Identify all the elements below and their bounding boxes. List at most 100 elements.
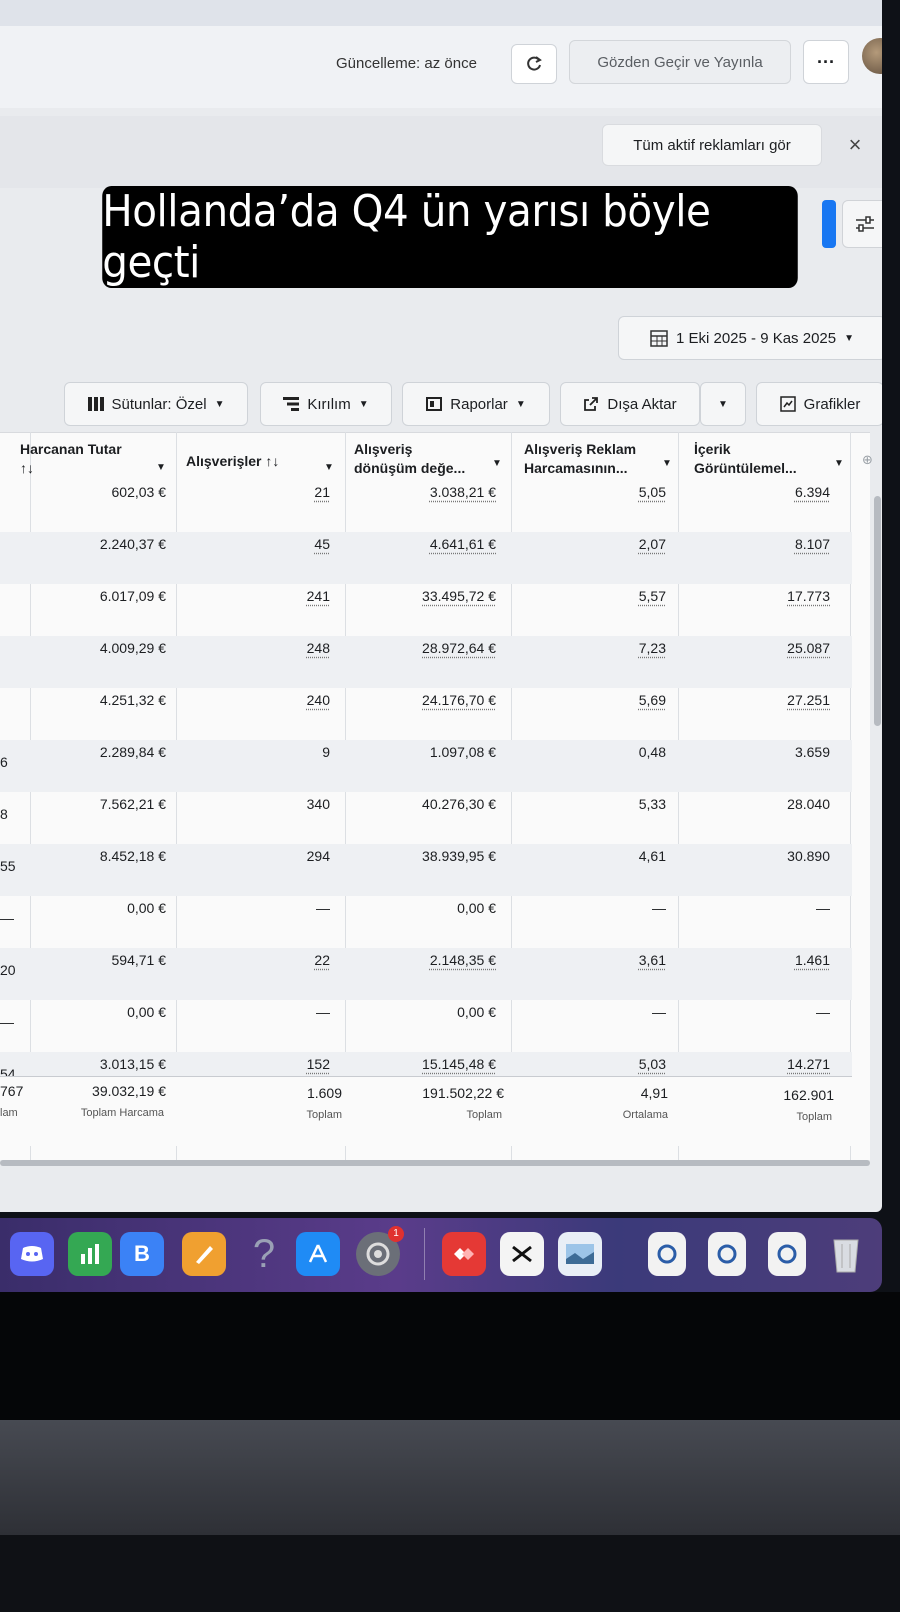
vertical-scrollbar[interactable] bbox=[874, 496, 881, 726]
cell-conversion-value[interactable]: 2.148,35 € bbox=[430, 952, 496, 968]
doc-icon[interactable] bbox=[768, 1232, 806, 1276]
reports-button[interactable]: Raporlar ▼ bbox=[402, 382, 550, 426]
trash-icon[interactable] bbox=[826, 1232, 866, 1276]
table-row[interactable]: 20 594,71 € 22 2.148,35 € 3,61 1.461 bbox=[0, 948, 852, 1000]
close-icon[interactable]: × bbox=[834, 124, 876, 166]
cell-purchases[interactable]: 240 bbox=[307, 692, 330, 708]
cell-purchases[interactable]: — bbox=[316, 1004, 330, 1020]
cell-roas[interactable]: 5,03 bbox=[639, 1056, 666, 1072]
anydesk-icon[interactable] bbox=[442, 1232, 486, 1276]
chevron-down-icon[interactable]: ▼ bbox=[492, 458, 502, 469]
cell-conversion-value[interactable]: 1.097,08 € bbox=[430, 744, 496, 760]
cell-roas[interactable]: 5,05 bbox=[639, 484, 666, 500]
add-column-icon[interactable]: ⊕ bbox=[862, 452, 873, 468]
create-button-edge[interactable] bbox=[822, 200, 836, 248]
cell-conversion-value[interactable]: 4.641,61 € bbox=[430, 536, 496, 552]
cell-conversion-value[interactable]: 33.495,72 € bbox=[422, 588, 496, 604]
totals-roas: 4,91 bbox=[640, 1085, 668, 1101]
cell-purchases[interactable]: 248 bbox=[307, 640, 330, 656]
table-row[interactable]: 8 7.562,21 € 340 40.276,30 € 5,33 28.040 bbox=[0, 792, 852, 844]
header-content-views[interactable]: İçerik Görüntülemel... bbox=[694, 440, 797, 478]
cell-purchases[interactable]: 152 bbox=[307, 1056, 330, 1072]
cell-content-views[interactable]: 30.890 bbox=[787, 848, 830, 864]
cell-roas[interactable]: 5,33 bbox=[639, 796, 666, 812]
doc-icon[interactable] bbox=[648, 1232, 686, 1276]
table-row[interactable]: 2.240,37 € 45 4.641,61 € 2,07 8.107 bbox=[0, 532, 852, 584]
cell-purchases[interactable]: 45 bbox=[314, 536, 330, 552]
cell-roas[interactable]: 3,61 bbox=[639, 952, 666, 968]
cell-purchases[interactable]: 22 bbox=[314, 952, 330, 968]
all-active-ads-button[interactable]: Tüm aktif reklamları gör bbox=[602, 124, 822, 166]
cell-conversion-value[interactable]: 40.276,30 € bbox=[422, 796, 496, 812]
cell-content-views[interactable]: — bbox=[816, 900, 830, 916]
cell-content-views[interactable]: 17.773 bbox=[787, 588, 830, 604]
export-dropdown-button[interactable]: ▼ bbox=[700, 382, 746, 426]
cell-content-views[interactable]: 27.251 bbox=[787, 692, 830, 708]
preview-icon[interactable] bbox=[558, 1232, 602, 1276]
chevron-down-icon[interactable]: ▼ bbox=[324, 462, 334, 473]
cell-roas[interactable]: 4,61 bbox=[639, 848, 666, 864]
horizontal-scrollbar[interactable] bbox=[0, 1160, 870, 1166]
numbers-icon[interactable] bbox=[68, 1232, 112, 1276]
table-row[interactable]: 55 8.452,18 € 294 38.939,95 € 4,61 30.890 bbox=[0, 844, 852, 896]
cell-content-views[interactable]: 14.271 bbox=[787, 1056, 830, 1072]
b-app-icon[interactable]: B bbox=[120, 1232, 164, 1276]
cell-purchases[interactable]: 9 bbox=[322, 744, 330, 760]
cell-roas[interactable]: — bbox=[652, 900, 666, 916]
cell-conversion-value[interactable]: 28.972,64 € bbox=[422, 640, 496, 656]
cell-roas[interactable]: 5,69 bbox=[639, 692, 666, 708]
cell-content-views[interactable]: 1.461 bbox=[795, 952, 830, 968]
chevron-down-icon[interactable]: ▼ bbox=[834, 458, 844, 469]
cell-conversion-value[interactable]: 38.939,95 € bbox=[422, 848, 496, 864]
table-row[interactable]: — 0,00 € — 0,00 € — — bbox=[0, 896, 852, 948]
help-icon[interactable]: ? bbox=[242, 1232, 286, 1276]
app-store-icon[interactable] bbox=[296, 1232, 340, 1276]
columns-button[interactable]: Sütunlar: Özel ▼ bbox=[64, 382, 248, 426]
charts-button[interactable]: Grafikler bbox=[756, 382, 882, 426]
date-range-picker[interactable]: 1 Eki 2025 - 9 Kas 2025 ▼ bbox=[618, 316, 882, 360]
cell-content-views[interactable]: 25.087 bbox=[787, 640, 830, 656]
header-roas[interactable]: Alışveriş Reklam Harcamasının... bbox=[524, 440, 636, 478]
cell-purchases[interactable]: — bbox=[316, 900, 330, 916]
header-spend[interactable]: Harcanan Tutar ↑↓ bbox=[20, 440, 122, 478]
cell-conversion-value[interactable]: 3.038,21 € bbox=[430, 484, 496, 500]
pages-icon[interactable] bbox=[182, 1232, 226, 1276]
cell-roas[interactable]: 5,57 bbox=[639, 588, 666, 604]
cell-purchases[interactable]: 241 bbox=[307, 588, 330, 604]
cell-content-views[interactable]: 3.659 bbox=[795, 744, 830, 760]
export-button[interactable]: Dışa Aktar bbox=[560, 382, 700, 426]
filter-settings-button[interactable] bbox=[842, 200, 882, 248]
capcut-icon[interactable] bbox=[500, 1232, 544, 1276]
cell-conversion-value[interactable]: 0,00 € bbox=[457, 900, 496, 916]
table-row[interactable]: — 0,00 € — 0,00 € — — bbox=[0, 1000, 852, 1052]
discord-icon[interactable] bbox=[10, 1232, 54, 1276]
table-row[interactable]: 4.251,32 € 240 24.176,70 € 5,69 27.251 bbox=[0, 688, 852, 740]
cell-conversion-value[interactable]: 24.176,70 € bbox=[422, 692, 496, 708]
cell-roas[interactable]: — bbox=[652, 1004, 666, 1020]
cell-roas[interactable]: 0,48 bbox=[639, 744, 666, 760]
cell-content-views[interactable]: 28.040 bbox=[787, 796, 830, 812]
cell-roas[interactable]: 2,07 bbox=[639, 536, 666, 552]
header-purchases[interactable]: Alışverişler ↑↓ bbox=[186, 452, 279, 471]
cell-purchases[interactable]: 294 bbox=[307, 848, 330, 864]
cell-content-views[interactable]: 6.394 bbox=[795, 484, 830, 500]
more-options-button[interactable]: ··· bbox=[803, 40, 849, 84]
cell-purchases[interactable]: 21 bbox=[314, 484, 330, 500]
refresh-button[interactable] bbox=[511, 44, 557, 84]
cell-conversion-value[interactable]: 0,00 € bbox=[457, 1004, 496, 1020]
doc-icon[interactable] bbox=[708, 1232, 746, 1276]
table-row[interactable]: 602,03 € 21 3.038,21 € 5,05 6.394 bbox=[0, 480, 852, 532]
cell-content-views[interactable]: — bbox=[816, 1004, 830, 1020]
table-row[interactable]: 6.017,09 € 241 33.495,72 € 5,57 17.773 bbox=[0, 584, 852, 636]
cell-content-views[interactable]: 8.107 bbox=[795, 536, 830, 552]
cell-roas[interactable]: 7,23 bbox=[639, 640, 666, 656]
chevron-down-icon[interactable]: ▼ bbox=[662, 458, 672, 469]
header-conversion-value[interactable]: Alışveriş dönüşüm değe... bbox=[354, 440, 465, 478]
review-publish-button[interactable]: Gözden Geçir ve Yayınla bbox=[569, 40, 791, 84]
cell-purchases[interactable]: 340 bbox=[307, 796, 330, 812]
breakdown-button[interactable]: Kırılım ▼ bbox=[260, 382, 392, 426]
table-row[interactable]: 4.009,29 € 248 28.972,64 € 7,23 25.087 bbox=[0, 636, 852, 688]
table-row[interactable]: 6 2.289,84 € 9 1.097,08 € 0,48 3.659 bbox=[0, 740, 852, 792]
cell-conversion-value[interactable]: 15.145,48 € bbox=[422, 1056, 496, 1072]
chevron-down-icon[interactable]: ▼ bbox=[156, 462, 166, 473]
